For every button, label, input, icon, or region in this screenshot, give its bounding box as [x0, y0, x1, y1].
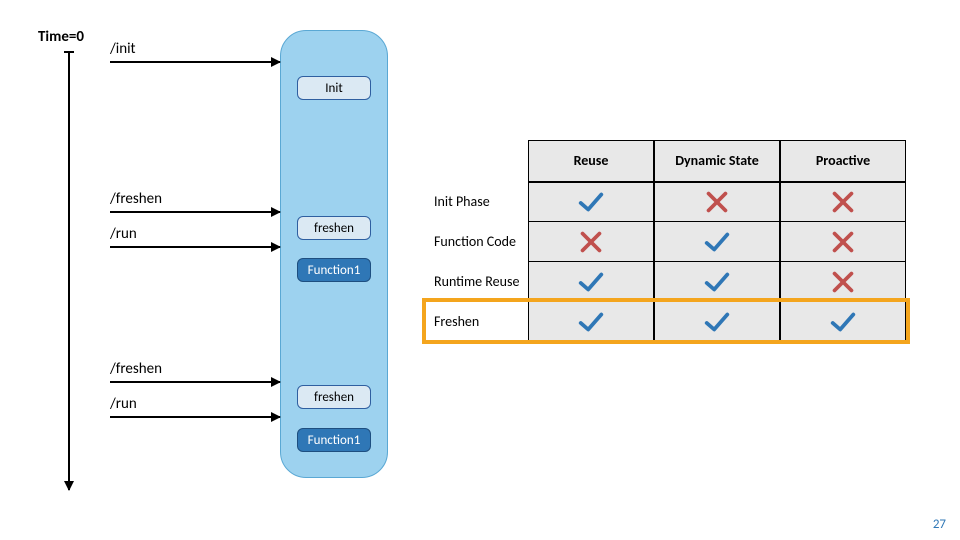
phase-pill: Init [297, 76, 371, 100]
request-arrow: /init [110, 40, 280, 63]
request-arrow: /freshen [110, 360, 280, 383]
row-label: Freshen [428, 302, 528, 342]
cross-icon [828, 187, 858, 217]
table-cell [654, 182, 780, 222]
table-cell [654, 222, 780, 262]
page-number: 27 [933, 517, 946, 532]
phase-pill: Function1 [297, 258, 371, 282]
header-reuse: Reuse [528, 140, 654, 182]
check-icon [576, 307, 606, 337]
header-blank [428, 140, 528, 182]
phase-pill: freshen [297, 385, 371, 409]
request-label: /init [110, 40, 280, 58]
check-icon [828, 307, 858, 337]
phase-pill: freshen [297, 216, 371, 240]
request-arrow: /freshen [110, 190, 280, 213]
arrow-icon [110, 381, 280, 383]
comparison-table: Reuse Dynamic State Proactive Init Phase… [428, 140, 926, 342]
table-cell [528, 302, 654, 342]
table-row: Runtime Reuse [428, 262, 926, 302]
table-row: Freshen [428, 302, 926, 342]
arrow-icon [110, 416, 280, 418]
check-icon [702, 227, 732, 257]
table-cell [780, 262, 906, 302]
arrow-icon [110, 61, 280, 63]
check-icon [702, 267, 732, 297]
row-label: Runtime Reuse [428, 262, 528, 302]
table-cell [654, 262, 780, 302]
request-label: /run [110, 225, 280, 243]
table-cell [528, 182, 654, 222]
cross-icon [828, 227, 858, 257]
time-label: Time=0 [38, 28, 84, 46]
request-label: /freshen [110, 190, 280, 208]
cross-icon [702, 187, 732, 217]
check-icon [702, 307, 732, 337]
header-proactive: Proactive [780, 140, 906, 182]
table-cell [780, 222, 906, 262]
check-icon [576, 187, 606, 217]
table-cell [780, 182, 906, 222]
cross-icon [576, 227, 606, 257]
table-cell [654, 302, 780, 342]
request-label: /freshen [110, 360, 280, 378]
request-arrow: /run [110, 395, 280, 418]
timeline-axis [68, 52, 70, 490]
arrow-icon [110, 246, 280, 248]
table-row: Function Code [428, 222, 926, 262]
cross-icon [828, 267, 858, 297]
table-cell [528, 262, 654, 302]
check-icon [576, 267, 606, 297]
table-cell [528, 222, 654, 262]
header-dynamic-state: Dynamic State [654, 140, 780, 182]
request-arrow: /run [110, 225, 280, 248]
table-cell [780, 302, 906, 342]
arrow-icon [110, 211, 280, 213]
row-label: Init Phase [428, 182, 528, 222]
phase-pill: Function1 [297, 428, 371, 452]
request-label: /run [110, 395, 280, 413]
row-label: Function Code [428, 222, 528, 262]
table-row: Init Phase [428, 182, 926, 222]
